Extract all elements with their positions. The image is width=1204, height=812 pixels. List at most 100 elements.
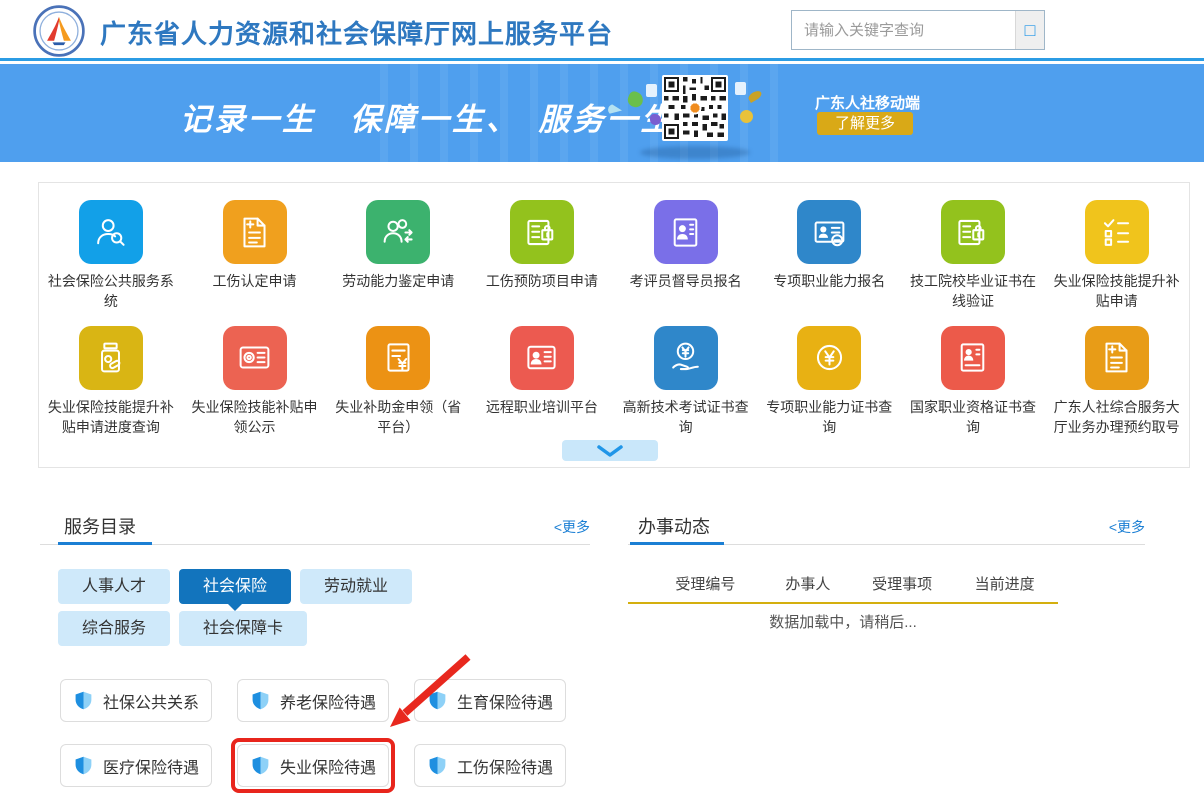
catalog-tab[interactable]: 社会保障卡 [179,611,307,646]
catalog-tab[interactable]: 社会保险 [179,569,291,604]
person-list-icon [654,200,718,264]
checklist-icon [1085,200,1149,264]
title-underline [58,542,152,545]
people-arrows-icon [366,200,430,264]
expand-button[interactable] [562,440,658,461]
service-tile-label: 专项职业能力证书查询 [763,397,895,438]
catalog-button-label: 工伤保险待遇 [457,754,553,778]
service-tile[interactable]: 远程职业培训平台 [470,326,614,438]
loading-message: 数据加载中，请稍后... [628,611,1058,632]
yen-circle-icon [797,326,861,390]
service-tile[interactable]: 技工院校毕业证书在线验证 [901,200,1045,312]
service-tile[interactable]: 工伤认定申请 [183,200,327,312]
banner-slogan: 记录一生 保障一生、 服务一生 [180,94,675,139]
service-tile[interactable]: 失业保险技能补贴申领公示 [183,326,327,438]
service-tile[interactable]: 考评员督导员报名 [614,200,758,312]
gdhrss-logo-icon [33,5,85,57]
deco-card-icon [735,82,746,95]
service-tile[interactable]: 失业保险技能提升补贴申请 [1045,200,1189,312]
catalog-button[interactable]: 养老保险待遇 [237,679,389,722]
shield-icon [73,690,94,711]
id-card-stamp-icon [797,200,861,264]
service-tile-label: 失业保险技能补贴申领公示 [189,397,321,438]
search-input[interactable] [792,11,1015,49]
service-tile[interactable]: 专项职业能力证书查询 [757,326,901,438]
table-column-header: 办事人 [763,573,853,594]
table-column-header: 受理编号 [648,573,763,594]
service-tile[interactable]: 高新技术考试证书查询 [614,326,758,438]
catalog-button-label: 社保公共关系 [103,689,199,713]
shield-icon [427,755,448,776]
search-button[interactable]: □ [1015,11,1044,49]
person-card-icon [510,326,574,390]
table-column-header: 受理事项 [853,573,951,594]
catalog-tab[interactable]: 劳动就业 [300,569,412,604]
title-underline [630,542,724,545]
service-tile[interactable]: 国家职业资格证书查询 [901,326,1045,438]
service-tile-label: 远程职业培训平台 [476,397,608,417]
service-tile[interactable]: 广东人社综合服务大厅业务办理预约取号 [1045,326,1189,438]
table-header-rule [628,602,1058,604]
service-tile[interactable]: 社会保险公共服务系统 [39,200,183,312]
catalog-buttons: 社保公共关系 养老保险待遇 生育保险待遇医疗保险待遇 失业保险待遇 工伤保险待遇 [60,679,595,787]
catalog-button-label: 失业保险待遇 [280,754,376,778]
person-magnifier-icon [79,200,143,264]
shield-icon [427,690,448,711]
activity-more-link[interactable]: <更多 [1109,517,1145,537]
shield-icon [250,690,271,711]
service-tile-label: 劳动能力鉴定申请 [332,271,464,291]
catalog-tabs: 人事人才社会保险劳动就业综合服务社会保障卡 [58,569,458,646]
mobile-app-label: 广东人社移动端 [815,92,920,113]
page-title: 广东省人力资源和社会保障厅网上服务平台 [100,14,613,51]
service-tile-label: 失业保险技能提升补贴申请 [1051,271,1183,312]
shield-icon [73,755,94,776]
service-tile-label: 考评员督导员报名 [620,271,752,291]
section-title: 服务目录 [64,513,136,539]
catalog-button[interactable]: 社保公共关系 [60,679,212,722]
shield-icon [250,755,271,776]
list-badge-icon [941,200,1005,264]
service-tile[interactable]: 失业补助金申领（省平台） [326,326,470,438]
doc-person-icon [941,326,1005,390]
site-header: 广东省人力资源和社会保障厅网上服务平台 □ [0,0,1204,61]
qr-code [662,75,728,141]
service-tile[interactable]: 工伤预防项目申请 [470,200,614,312]
doc-plus-icon [1085,326,1149,390]
learn-more-button[interactable]: 了解更多 [817,112,913,135]
catalog-button[interactable]: 工伤保险待遇 [414,744,566,787]
service-tile[interactable]: 劳动能力鉴定申请 [326,200,470,312]
search-box: □ [791,10,1045,50]
catalog-button[interactable]: 生育保险待遇 [414,679,566,722]
service-tile-label: 技工院校毕业证书在线验证 [907,271,1039,312]
catalog-tab[interactable]: 人事人才 [58,569,170,604]
service-catalog-section: 服务目录 <更多 人事人才社会保险劳动就业综合服务社会保障卡 社保公共关系 养老保… [40,505,590,805]
catalog-tab[interactable]: 综合服务 [58,611,170,646]
service-tile-label: 广东人社综合服务大厅业务办理预约取号 [1051,397,1183,438]
deco-card-icon [646,84,657,97]
qr-shadow [640,146,750,159]
catalog-more-link[interactable]: <更多 [554,517,590,537]
services-panel: 社会保险公共服务系统工伤认定申请劳动能力鉴定申请工伤预防项目申请考评员督导员报名… [38,182,1190,468]
service-tile[interactable]: 专项职业能力报名 [757,200,901,312]
doc-yen-icon [366,326,430,390]
services-row-0: 社会保险公共服务系统工伤认定申请劳动能力鉴定申请工伤预防项目申请考评员督导员报名… [39,200,1189,312]
service-tile-label: 专项职业能力报名 [763,271,895,291]
hand-yen-icon [654,326,718,390]
service-tile-label: 工伤预防项目申请 [476,271,608,291]
catalog-button-label: 生育保险待遇 [457,689,553,713]
table-column-header: 当前进度 [951,573,1058,594]
service-tile-label: 失业补助金申领（省平台） [332,397,464,438]
services-row-1: 失业保险技能提升补贴申请进度查询失业保险技能补贴申领公示失业补助金申领（省平台）… [39,326,1189,438]
doc-plus-icon [223,200,287,264]
deco-coin-icon [740,110,753,123]
service-tile-label: 国家职业资格证书查询 [907,397,1039,438]
service-tile-label: 高新技术考试证书查询 [620,397,752,438]
activity-section: 办事动态 <更多 受理编号办事人受理事项当前进度 数据加载中，请稍后... [628,505,1145,805]
card-si-icon [223,326,287,390]
catalog-button[interactable]: 失业保险待遇 [237,744,389,787]
chevron-down-icon [597,445,623,457]
deco-dot-purple [650,114,661,125]
service-tile[interactable]: 失业保险技能提升补贴申请进度查询 [39,326,183,438]
catalog-button[interactable]: 医疗保险待遇 [60,744,212,787]
service-tile-label: 社会保险公共服务系统 [45,271,177,312]
